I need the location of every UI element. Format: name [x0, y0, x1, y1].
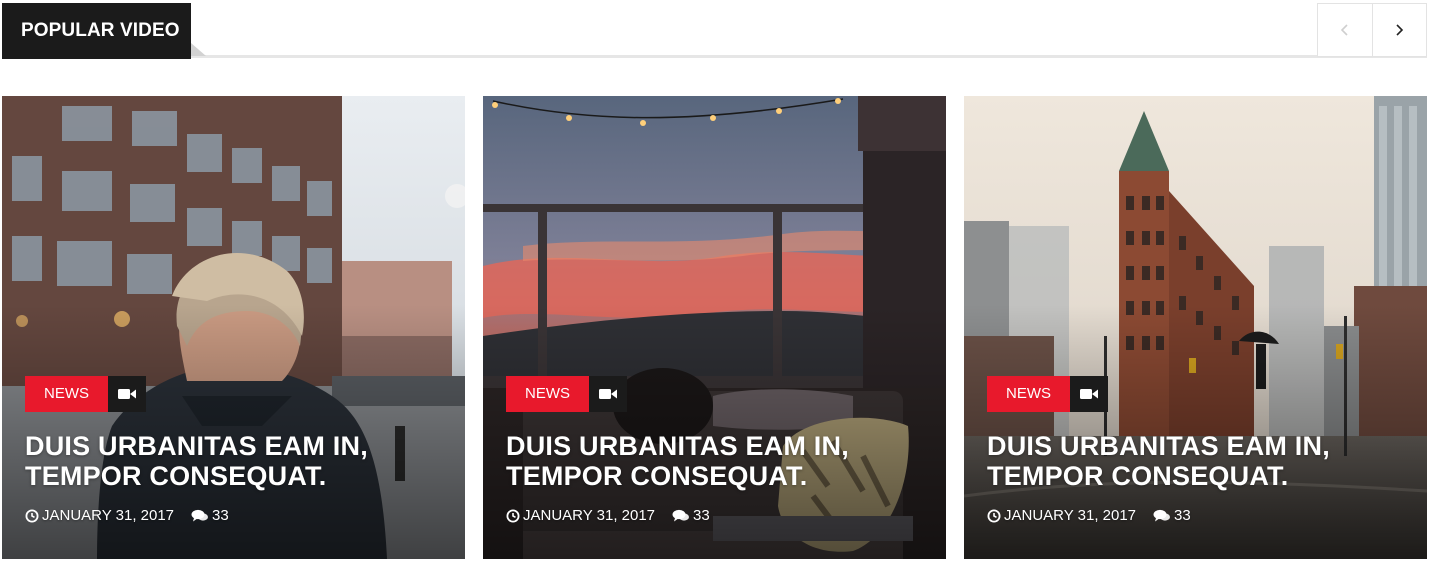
comments-icon — [191, 509, 209, 521]
chevron-right-icon — [1396, 24, 1404, 36]
category-badge[interactable]: NEWS — [987, 376, 1070, 412]
card-title[interactable]: DUIS URBANITAS EAM IN, TEMPOR CONSEQUAT. — [25, 431, 445, 491]
post-date: JANUARY 31, 2017 — [987, 507, 1136, 524]
video-card[interactable]: NEWS DUIS URBANITAS EAM IN, TEMPOR CONSE… — [964, 96, 1427, 559]
card-tags: NEWS — [987, 376, 1108, 412]
section-title: POPULAR VIDEO — [2, 3, 191, 59]
card-title[interactable]: DUIS URBANITAS EAM IN, TEMPOR CONSEQUAT. — [987, 431, 1407, 491]
comment-count[interactable]: 33 — [1153, 507, 1191, 524]
video-card[interactable]: NEWS DUIS URBANITAS EAM IN, TEMPOR CONSE… — [2, 96, 465, 559]
chevron-left-icon — [1340, 24, 1348, 36]
category-badge[interactable]: NEWS — [25, 376, 108, 412]
card-tags: NEWS — [25, 376, 146, 412]
card-title[interactable]: DUIS URBANITAS EAM IN, TEMPOR CONSEQUAT. — [506, 431, 926, 491]
comment-count-text: 33 — [1174, 507, 1191, 524]
carousel-nav — [1317, 3, 1427, 57]
card-meta: JANUARY 31, 2017 33 — [987, 507, 1191, 524]
clock-icon — [25, 509, 39, 522]
comments-icon — [1153, 509, 1171, 521]
header-divider — [2, 55, 1427, 58]
post-date-text: JANUARY 31, 2017 — [1004, 507, 1137, 524]
video-camera-icon — [589, 376, 627, 412]
post-date-text: JANUARY 31, 2017 — [42, 507, 175, 524]
card-tags: NEWS — [506, 376, 627, 412]
comment-count[interactable]: 33 — [672, 507, 710, 524]
video-camera-icon — [1070, 376, 1108, 412]
prev-button[interactable] — [1318, 4, 1372, 56]
comment-count-text: 33 — [693, 507, 710, 524]
comments-icon — [672, 509, 690, 521]
title-tab-fold — [191, 43, 206, 56]
clock-icon — [506, 509, 520, 522]
next-button[interactable] — [1371, 4, 1427, 56]
video-card[interactable]: NEWS DUIS URBANITAS EAM IN, TEMPOR CONSE… — [483, 96, 946, 559]
category-badge[interactable]: NEWS — [506, 376, 589, 412]
card-meta: JANUARY 31, 2017 33 — [506, 507, 710, 524]
post-date-text: JANUARY 31, 2017 — [523, 507, 656, 524]
section-header: POPULAR VIDEO — [2, 0, 1427, 59]
post-date: JANUARY 31, 2017 — [506, 507, 655, 524]
video-camera-icon — [108, 376, 146, 412]
comment-count[interactable]: 33 — [191, 507, 229, 524]
comment-count-text: 33 — [212, 507, 229, 524]
post-date: JANUARY 31, 2017 — [25, 507, 174, 524]
card-meta: JANUARY 31, 2017 33 — [25, 507, 229, 524]
clock-icon — [987, 509, 1001, 522]
